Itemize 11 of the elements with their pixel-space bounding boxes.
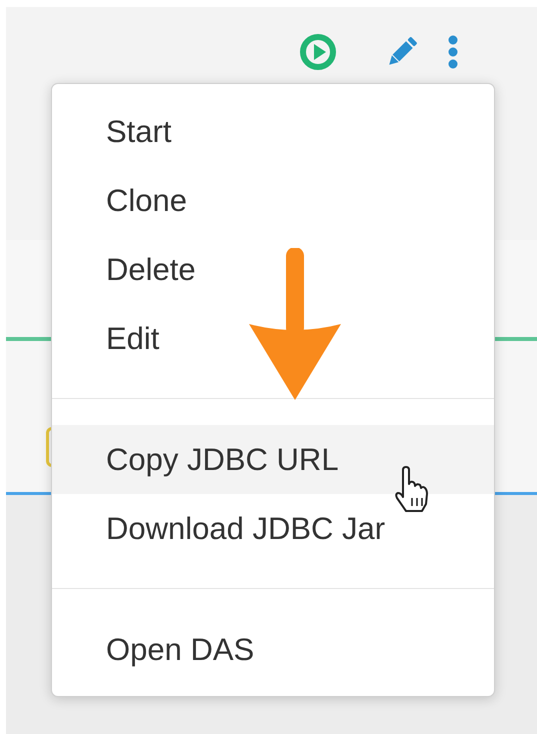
- menu-item[interactable]: Clone: [52, 166, 494, 235]
- play-icon[interactable]: [300, 34, 336, 70]
- menu-item[interactable]: Start: [52, 97, 494, 166]
- hand-cursor-icon: [393, 466, 429, 512]
- menu-item[interactable]: Download JDBC Jar: [52, 494, 494, 563]
- menu-item[interactable]: Copy JDBC URL: [52, 425, 494, 494]
- menu-item[interactable]: Open DAS: [52, 615, 494, 684]
- menu-item[interactable]: Edit: [52, 304, 494, 373]
- menu-item[interactable]: Delete: [52, 235, 494, 304]
- more-options-icon[interactable]: [448, 35, 458, 69]
- down-arrow-icon: [249, 248, 341, 400]
